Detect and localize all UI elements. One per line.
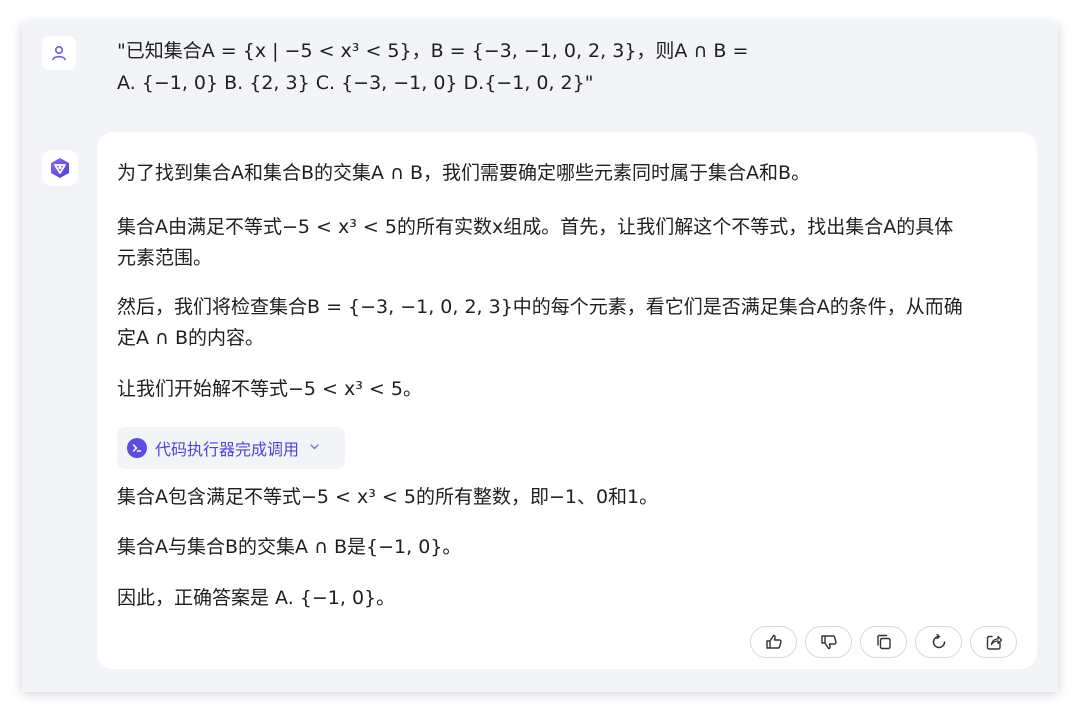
user-avatar bbox=[42, 36, 76, 70]
answer-paragraph-2-line-2: 元素范围。 bbox=[117, 247, 213, 269]
chat-window: "已知集合A = {x | −5 < x³ < 5}，B = {−3, −1, … bbox=[22, 22, 1058, 692]
share-button[interactable] bbox=[970, 626, 1017, 658]
answer-paragraph-3-line-2: 定A ∩ B的内容。 bbox=[117, 327, 265, 349]
copy-icon bbox=[876, 634, 891, 650]
answer-paragraph-6: 集合A与集合B的交集A ∩ B是{−1, 0}。 bbox=[117, 536, 462, 558]
answer-paragraph-1: 为了找到集合A和集合B的交集A ∩ B，我们需要确定哪些元素同时属于集合A和B。 bbox=[117, 162, 811, 184]
user-icon bbox=[52, 45, 66, 61]
copy-button[interactable] bbox=[860, 626, 907, 658]
user-message: "已知集合A = {x | −5 < x³ < 5}，B = {−3, −1, … bbox=[117, 35, 1017, 99]
code-executor-label: 代码执行器完成调用 bbox=[155, 440, 300, 459]
user-message-line-1: "已知集合A = {x | −5 < x³ < 5}，B = {−3, −1, … bbox=[117, 40, 749, 62]
thumbs-up-icon bbox=[765, 634, 782, 649]
refresh-icon bbox=[932, 633, 945, 649]
dislike-button[interactable] bbox=[805, 626, 852, 658]
terminal-icon bbox=[127, 438, 147, 458]
answer-paragraph-4: 让我们开始解不等式−5 < x³ < 5。 bbox=[117, 378, 422, 400]
answer-paragraph-3: 然后，我们将检查集合B = {−3, −1, 0, 2, 3}中的每个元素，看它… bbox=[117, 292, 1017, 354]
assistant-avatar bbox=[42, 150, 78, 186]
assistant-logo-icon bbox=[51, 158, 69, 178]
answer-paragraph-5: 集合A包含满足不等式−5 < x³ < 5的所有整数，即−1、0和1。 bbox=[117, 486, 659, 508]
thumbs-down-icon bbox=[820, 635, 837, 650]
share-icon bbox=[986, 635, 1002, 650]
answer-paragraph-2: 集合A由满足不等式−5 < x³ < 5的所有实数x组成。首先，让我们解这个不等… bbox=[117, 212, 1017, 274]
answer-actions bbox=[750, 626, 1017, 658]
code-executor-toggle[interactable]: 代码执行器完成调用 bbox=[117, 427, 345, 469]
chevron-down-icon bbox=[309, 441, 320, 455]
answer-paragraph-2-line-1: 集合A由满足不等式−5 < x³ < 5的所有实数x组成。首先，让我们解这个不等… bbox=[117, 216, 954, 238]
like-button[interactable] bbox=[750, 626, 797, 658]
answer-paragraph-7: 因此，正确答案是 A. {−1, 0}。 bbox=[117, 587, 396, 609]
regenerate-button[interactable] bbox=[915, 626, 962, 658]
user-message-line-2: A. {−1, 0} B. {2, 3} C. {−3, −1, 0} D.{−… bbox=[117, 72, 594, 94]
answer-paragraph-3-line-1: 然后，我们将检查集合B = {−3, −1, 0, 2, 3}中的每个元素，看它… bbox=[117, 296, 963, 318]
assistant-answer-card: 为了找到集合A和集合B的交集A ∩ B，我们需要确定哪些元素同时属于集合A和B。… bbox=[97, 132, 1037, 669]
